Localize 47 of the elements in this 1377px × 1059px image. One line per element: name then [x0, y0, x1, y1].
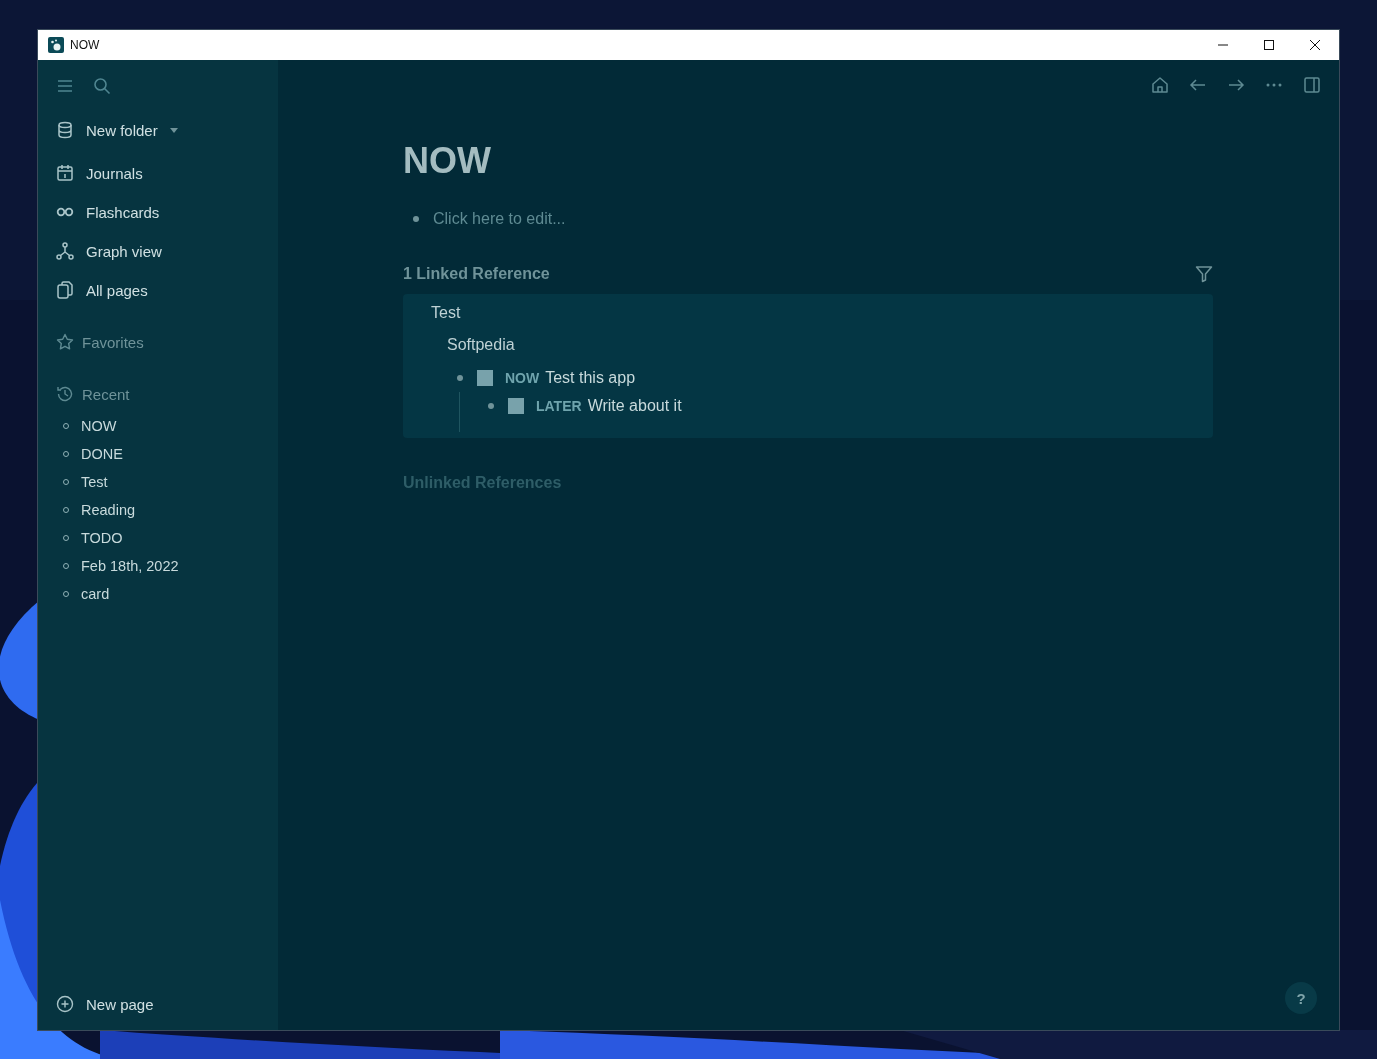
app-icon — [48, 37, 64, 53]
calendar-icon — [56, 164, 74, 182]
bullet-icon — [413, 216, 419, 222]
nav-item[interactable]: Graph view — [56, 239, 162, 263]
recent-header[interactable]: Recent — [56, 382, 130, 406]
graph-icon — [56, 242, 74, 260]
nav-item[interactable]: All pages — [56, 278, 148, 302]
block-text: Write about it — [587, 397, 682, 415]
recent-page[interactable]: TODO — [56, 524, 123, 552]
help-button[interactable]: ? — [1285, 982, 1317, 1014]
folder-selector[interactable]: New folder — [56, 118, 178, 142]
pages-icon — [56, 281, 74, 299]
task-marker: LATER — [536, 398, 582, 414]
linked-references-heading: 1 Linked Reference — [403, 265, 550, 283]
maximize-icon[interactable] — [1263, 39, 1275, 51]
page-title: NOW — [403, 140, 492, 183]
close-icon[interactable] — [1309, 39, 1321, 51]
bullet-icon[interactable] — [488, 403, 494, 409]
new-page-button[interactable]: New page — [56, 992, 154, 1016]
star-icon — [56, 333, 74, 351]
home-icon[interactable] — [1151, 76, 1169, 94]
task-marker: NOW — [505, 370, 540, 386]
recent-page[interactable]: NOW — [56, 412, 117, 440]
edit-placeholder[interactable]: Click here to edit... — [433, 210, 566, 228]
nav-item[interactable]: Journals — [56, 161, 143, 185]
search-icon[interactable] — [93, 77, 111, 95]
block-text: Test this app — [545, 369, 636, 387]
task-checkbox[interactable] — [477, 370, 493, 386]
reference-page-title[interactable]: Test — [431, 304, 461, 322]
database-icon — [56, 121, 74, 139]
caret-icon — [169, 127, 178, 133]
sidebar-toggle-icon[interactable] — [1303, 76, 1321, 94]
breadcrumb[interactable]: Softpedia — [447, 336, 515, 354]
recent-page[interactable]: Feb 18th, 2022 — [56, 552, 179, 580]
nav-item[interactable]: Flashcards — [56, 200, 160, 224]
menu-icon[interactable] — [56, 77, 74, 95]
plus-icon — [56, 995, 74, 1013]
recent-page[interactable]: card — [56, 580, 110, 608]
favorites-header[interactable]: Favorites — [56, 330, 144, 354]
recent-page[interactable]: Test — [56, 468, 108, 496]
recent-page[interactable]: DONE — [56, 440, 123, 468]
history-icon — [56, 385, 74, 403]
task-checkbox[interactable] — [508, 398, 524, 414]
filter-icon[interactable] — [1195, 265, 1213, 283]
recent-page[interactable]: Reading — [56, 496, 135, 524]
bullet-icon[interactable] — [457, 375, 463, 381]
window-title: NOW — [70, 38, 100, 52]
